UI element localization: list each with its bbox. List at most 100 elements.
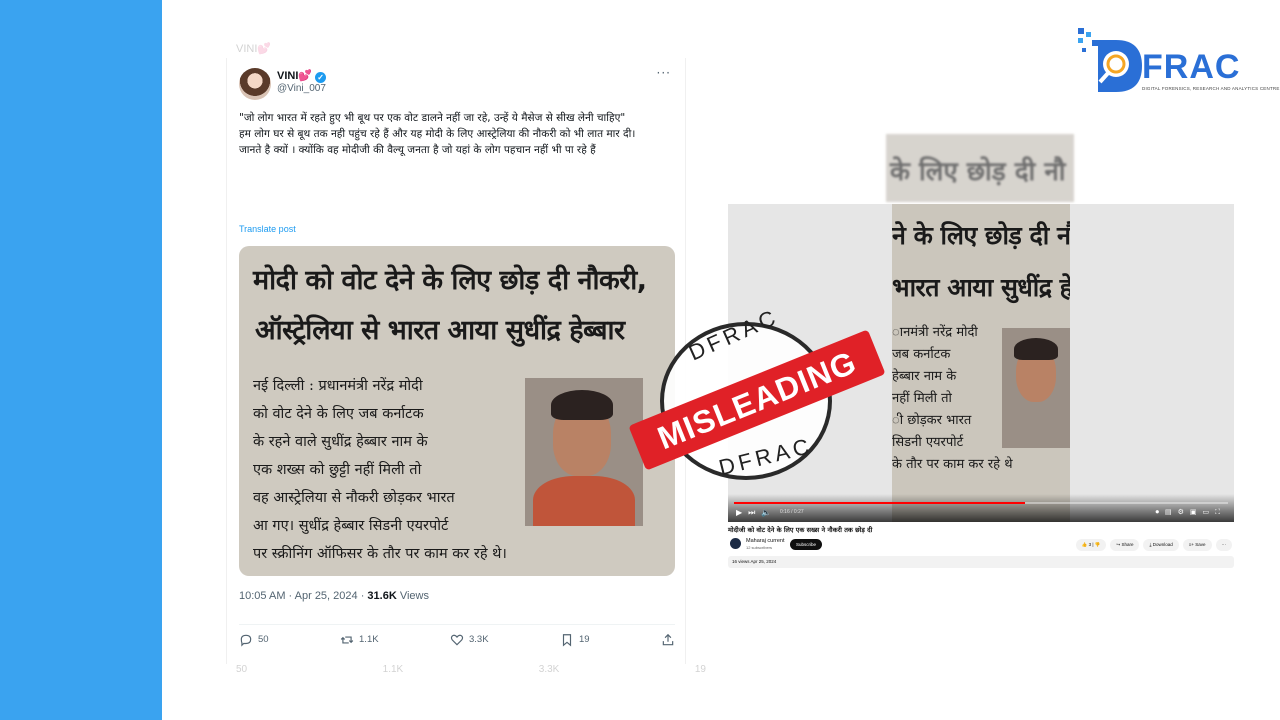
clipping-headline-2: ऑस्ट्रेलिया से भारत आया सुधींद्र हेब्बार bbox=[255, 315, 625, 346]
frame-headline-2: भारत आया सुधींद्र हे bbox=[892, 273, 1070, 302]
channel-name[interactable]: Maharaj current bbox=[746, 538, 785, 544]
reply-icon bbox=[240, 634, 252, 647]
play-controls[interactable]: ▶⏭🔈 bbox=[736, 508, 777, 518]
bookmark-button[interactable]: 19 bbox=[560, 633, 590, 647]
frame-line: जब कर्नाटक bbox=[892, 347, 951, 362]
photo-shirt bbox=[533, 476, 635, 526]
blurred-headline: के लिए छोड़ दी नौ bbox=[890, 157, 1066, 187]
newspaper-clipping-image[interactable]: मोदी को वोट देने के लिए छोड़ दी नौकरी, ऑ… bbox=[239, 246, 675, 576]
progress-fill bbox=[734, 502, 1026, 504]
more-actions-icon[interactable]: ··· bbox=[1215, 539, 1232, 551]
fullscreen-icon[interactable]: ⛶ bbox=[1215, 508, 1226, 516]
video-frame: ने के लिए छोड़ दी नौ भारत आया सुधींद्र ह… bbox=[892, 204, 1070, 522]
misleading-stamp: DFRAC DFRAC MISLEADING bbox=[628, 304, 886, 482]
frame-body: ानमंत्री नरेंद्र मोदी जब कर्नाटक हेब्बार… bbox=[892, 322, 1013, 476]
ghost-bookmarks: 19 bbox=[694, 664, 706, 675]
frame-line: हेब्बार नाम के bbox=[892, 369, 957, 384]
views-count: 31.6K bbox=[367, 590, 397, 602]
autoplay-icon[interactable]: ⏺ bbox=[1155, 508, 1165, 516]
left-color-bar bbox=[0, 0, 162, 720]
avatar[interactable] bbox=[239, 68, 271, 100]
channel-avatar[interactable] bbox=[730, 538, 741, 549]
channel-row: Maharaj current 12 subscribers Subscribe… bbox=[728, 536, 1234, 556]
theater-icon[interactable]: ▭ bbox=[1202, 508, 1215, 516]
next-icon[interactable]: ⏭ bbox=[748, 508, 761, 517]
play-icon[interactable]: ▶ bbox=[736, 508, 748, 517]
repost-icon bbox=[340, 636, 354, 643]
ghost-likes: 3.3K bbox=[538, 664, 560, 675]
share-pill[interactable]: ↪ Share bbox=[1110, 539, 1140, 551]
download-pill-label: Download bbox=[1152, 542, 1173, 547]
views-label: Views bbox=[396, 590, 429, 602]
volume-icon[interactable]: 🔈 bbox=[761, 508, 777, 517]
page: FRAC DIGITAL FORENSICS, RESEARCH AND ANA… bbox=[0, 0, 1280, 720]
right-controls[interactable]: ⏺▤⚙▣▭⛶ bbox=[1155, 508, 1226, 517]
logo-subtitle: DIGITAL FORENSICS, RESEARCH AND ANALYTIC… bbox=[1142, 86, 1280, 91]
ghost-tweet-header: VINI💕 bbox=[236, 42, 271, 55]
frame-line: सिडनी एयरपोर्ट bbox=[892, 435, 964, 450]
tweet-card: VINI💕 ✓ @Vini_007 ··· "जो लोग भारत में रह… bbox=[226, 58, 686, 664]
bookmark-icon bbox=[562, 633, 572, 646]
ghost-replies: 50 bbox=[236, 664, 248, 675]
subscriber-count: 12 subscribers bbox=[746, 545, 773, 550]
clipping-line: के रहने वाले सुधींद्र हेब्बार नाम के bbox=[253, 434, 428, 450]
dfrac-logo: FRAC DIGITAL FORENSICS, RESEARCH AND ANA… bbox=[1076, 26, 1280, 98]
player-controls: ▶⏭🔈 0:16 / 0:27 ⏺▤⚙▣▭⛶ bbox=[728, 494, 1234, 522]
share-button[interactable] bbox=[661, 633, 675, 647]
reply-count: 50 bbox=[258, 634, 269, 645]
verified-badge-icon: ✓ bbox=[315, 72, 327, 83]
clipping-body: नई दिल्ली : प्रधानमंत्री नरेंद्र मोदी को… bbox=[253, 372, 529, 568]
ghost-reposts: 1.1K bbox=[382, 664, 404, 675]
frame-line: नहीं मिली तो bbox=[892, 391, 952, 406]
settings-icon[interactable]: ⚙ bbox=[1178, 508, 1190, 516]
clipping-line: नई दिल्ली : प्रधानमंत्री नरेंद्र मोदी bbox=[253, 378, 423, 394]
logo-wordmark: FRAC bbox=[1142, 48, 1241, 86]
clipping-line: पर स्क्रीनिंग ऑफिसर के तौर पर काम कर रहे… bbox=[253, 546, 507, 562]
reply-button[interactable]: 50 bbox=[239, 633, 269, 647]
more-options-icon[interactable]: ··· bbox=[657, 66, 671, 80]
save-pill[interactable]: ≡+ Save bbox=[1182, 539, 1212, 551]
clipping-line: एक शख्स को छुट्टी नहीं मिली तो bbox=[253, 462, 422, 478]
like-dislike-button[interactable]: 👍 3 | 👎 bbox=[1075, 539, 1107, 551]
tweet-line: "जो लोग भारत में रहते हुए भी बूथ पर एक व… bbox=[239, 112, 626, 124]
tweet-line: जानते है क्यों । क्योंकि वह मोदीजी की वै… bbox=[239, 144, 596, 156]
thumbs-up-icon: 👍 bbox=[1081, 542, 1089, 547]
like-count: 3.3K bbox=[469, 634, 489, 645]
progress-bar[interactable] bbox=[734, 502, 1228, 504]
share-icon bbox=[662, 633, 674, 645]
thumbs-down-icon: | 👎 bbox=[1091, 542, 1101, 547]
download-pill[interactable]: ⤓ Download bbox=[1143, 539, 1179, 551]
frame-line: के तौर पर काम कर रहे थे bbox=[892, 457, 1013, 472]
captions-icon[interactable]: ▤ bbox=[1165, 508, 1178, 516]
video-description[interactable]: 16 views Apr 25, 2024 bbox=[728, 556, 1234, 568]
frame-line: ी छोड़कर भारत bbox=[892, 413, 972, 428]
time-display: 0:16 / 0:27 bbox=[780, 509, 804, 515]
tweet-actions: 50 1.1K 3.3K 19 bbox=[239, 624, 675, 647]
frame-headline-1: ने के लिए छोड़ दी नौ bbox=[892, 221, 1070, 250]
frame-photo bbox=[1002, 328, 1070, 448]
clipping-headline-1: मोदी को वोट देने के लिए छोड़ दी नौकरी, bbox=[253, 265, 647, 296]
miniplayer-icon[interactable]: ▣ bbox=[1190, 508, 1203, 516]
video-title: मोदीजी को वोट देने के लिए एक सख्स ने नौक… bbox=[728, 526, 873, 534]
tweet-meta: 10:05 AM · Apr 25, 2024 · 31.6K Views bbox=[239, 590, 429, 602]
clipping-line: को वोट देने के लिए जब कर्नाटक bbox=[253, 406, 424, 422]
repost-button[interactable]: 1.1K bbox=[340, 633, 379, 647]
clipping-photo bbox=[525, 378, 643, 526]
frame-line: ानमंत्री नरेंद्र मोदी bbox=[892, 325, 978, 340]
blurred-thumbnail: के लिए छोड़ दी नौ bbox=[886, 134, 1074, 202]
ghost-tweet-actions: 50 1.1K 3.3K 19 bbox=[236, 664, 706, 675]
save-pill-label: Save bbox=[1195, 542, 1206, 547]
tweet-timestamp: 10:05 AM · Apr 25, 2024 · bbox=[239, 590, 368, 602]
translate-post-link[interactable]: Translate post bbox=[239, 224, 296, 234]
photo-hair bbox=[551, 390, 613, 420]
tweet-text: "जो लोग भारत में रहते हुए भी बूथ पर एक व… bbox=[239, 110, 675, 158]
dfrac-logo-mark-icon bbox=[1078, 28, 1142, 92]
display-name-text: VINI💕 bbox=[277, 70, 313, 82]
frame-hair bbox=[1014, 338, 1058, 360]
display-name[interactable]: VINI💕 ✓ bbox=[277, 69, 327, 83]
user-handle[interactable]: @Vini_007 bbox=[277, 83, 326, 94]
ghost-display-name: VINI💕 bbox=[236, 43, 272, 55]
subscribe-button[interactable]: Subscribe bbox=[790, 539, 823, 550]
bookmark-count: 19 bbox=[578, 634, 590, 645]
like-button[interactable]: 3.3K bbox=[450, 633, 489, 647]
